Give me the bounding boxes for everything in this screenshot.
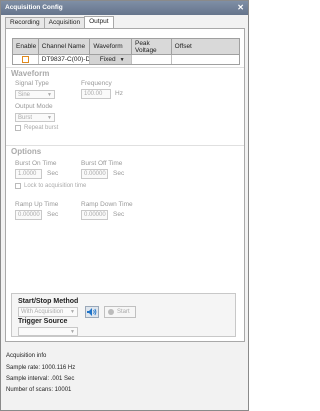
start-button[interactable]: Start (104, 306, 136, 318)
ramp-up-time-input[interactable]: 0.00000 (15, 210, 42, 220)
tab-strip: Recording Acquisition Output (5, 16, 114, 28)
burst-off-unit: Sec (113, 170, 125, 177)
waveform-section-title: Waveform (6, 67, 244, 78)
start-stop-group: Start/Stop Method With Acquisition ▼ Sta… (11, 293, 236, 337)
lock-to-acquisition-checkbox[interactable]: Lock to acquisition time (15, 183, 86, 189)
signal-type-select[interactable]: Sine ▼ (15, 90, 55, 99)
waveform-section: Waveform Signal Type Sine ▼ Frequency 10… (6, 67, 244, 147)
number-of-scans-text: Number of scans: 10001 (6, 387, 72, 393)
record-icon (108, 309, 114, 315)
burst-off-time-label: Burst Off Time (81, 160, 123, 167)
waveform-value: Fixed (99, 56, 116, 63)
acquisition-config-window: Acquisition Config ✕ Recording Acquisiti… (0, 0, 249, 411)
lock-to-acquisition-label: Lock to acquisition time (24, 183, 87, 189)
channel-name-cell: DT9837-C(00)-Da... (39, 55, 91, 64)
chevron-down-icon: ▼ (70, 309, 75, 315)
output-panel: Enable Channel Name Waveform Peak Voltag… (5, 28, 245, 342)
output-mode-select[interactable]: Burst ▼ (15, 113, 55, 122)
repeat-burst-box[interactable] (15, 125, 21, 131)
trigger-source-select[interactable]: ▼ (18, 327, 78, 336)
lock-to-acquisition-box[interactable] (15, 183, 21, 189)
sample-rate-text: Sample rate: 1000.116 Hz (6, 365, 76, 371)
start-method-select[interactable]: With Acquisition ▼ (18, 307, 78, 317)
enable-checkbox[interactable] (21, 56, 29, 63)
signal-type-value: Sine (18, 92, 31, 98)
ramp-down-time-label: Ramp Down Time (81, 201, 133, 208)
output-channel-grid: Enable Channel Name Waveform Peak Voltag… (12, 38, 240, 65)
title-bar: Acquisition Config ✕ (1, 1, 248, 15)
header-peak-voltage[interactable]: Peak Voltage (132, 39, 172, 54)
enable-cell (13, 55, 39, 64)
ramp-up-time-label: Ramp Up Time (15, 201, 59, 208)
chevron-down-icon: ▼ (47, 115, 52, 121)
burst-on-time-input[interactable]: 1.0000 (15, 169, 42, 179)
start-method-value: With Acquisition (21, 309, 64, 315)
chevron-down-icon: ▼ (119, 56, 125, 63)
burst-on-time-label: Burst On Time (15, 160, 57, 167)
tab-output[interactable]: Output (84, 16, 114, 28)
header-enable[interactable]: Enable (13, 39, 39, 54)
burst-off-time-input[interactable]: 0.00000 (81, 169, 108, 179)
table-row: DT9837-C(00)-Da... Fixed ▼ (12, 55, 240, 65)
frequency-input[interactable]: 100.00 (81, 89, 111, 99)
frequency-unit: Hz (115, 90, 123, 97)
repeat-burst-checkbox[interactable]: Repeat burst (15, 125, 58, 131)
output-mode-value: Burst (18, 115, 33, 121)
ramp-down-unit: Sec (113, 211, 125, 218)
header-offset[interactable]: Offset (172, 39, 239, 54)
tab-recording[interactable]: Recording (5, 17, 45, 28)
ramp-down-time-input[interactable]: 0.00000 (81, 210, 108, 220)
header-channel-name[interactable]: Channel Name (39, 39, 91, 54)
repeat-burst-label: Repeat burst (24, 125, 59, 131)
offset-cell[interactable] (172, 55, 239, 64)
header-waveform[interactable]: Waveform (90, 39, 132, 54)
acquisition-info-title: Acquisition info (6, 353, 47, 359)
tab-acquisition[interactable]: Acquisition (43, 17, 86, 28)
chevron-down-icon: ▼ (47, 92, 52, 98)
speaker-icon[interactable] (85, 306, 99, 318)
frequency-label: Frequency (81, 80, 112, 87)
window-title: Acquisition Config (5, 4, 63, 11)
burst-on-unit: Sec (47, 170, 59, 177)
waveform-dropdown[interactable]: Fixed ▼ (90, 55, 132, 64)
output-mode-label: Output Mode (15, 103, 53, 110)
start-stop-method-title: Start/Stop Method (18, 298, 79, 305)
options-section-title: Options (6, 145, 244, 156)
close-icon[interactable]: ✕ (237, 1, 244, 15)
trigger-source-title: Trigger Source (18, 318, 68, 325)
options-section: Options Burst On Time 1.0000 Sec Burst O… (6, 145, 244, 235)
start-button-label: Start (117, 309, 130, 315)
signal-type-label: Signal Type (15, 80, 49, 87)
grid-header: Enable Channel Name Waveform Peak Voltag… (12, 38, 240, 55)
peak-voltage-cell[interactable] (132, 55, 172, 64)
ramp-up-unit: Sec (47, 211, 59, 218)
chevron-down-icon: ▼ (70, 329, 75, 335)
sample-interval-text: Sample interval: .001 Sec (6, 376, 75, 382)
